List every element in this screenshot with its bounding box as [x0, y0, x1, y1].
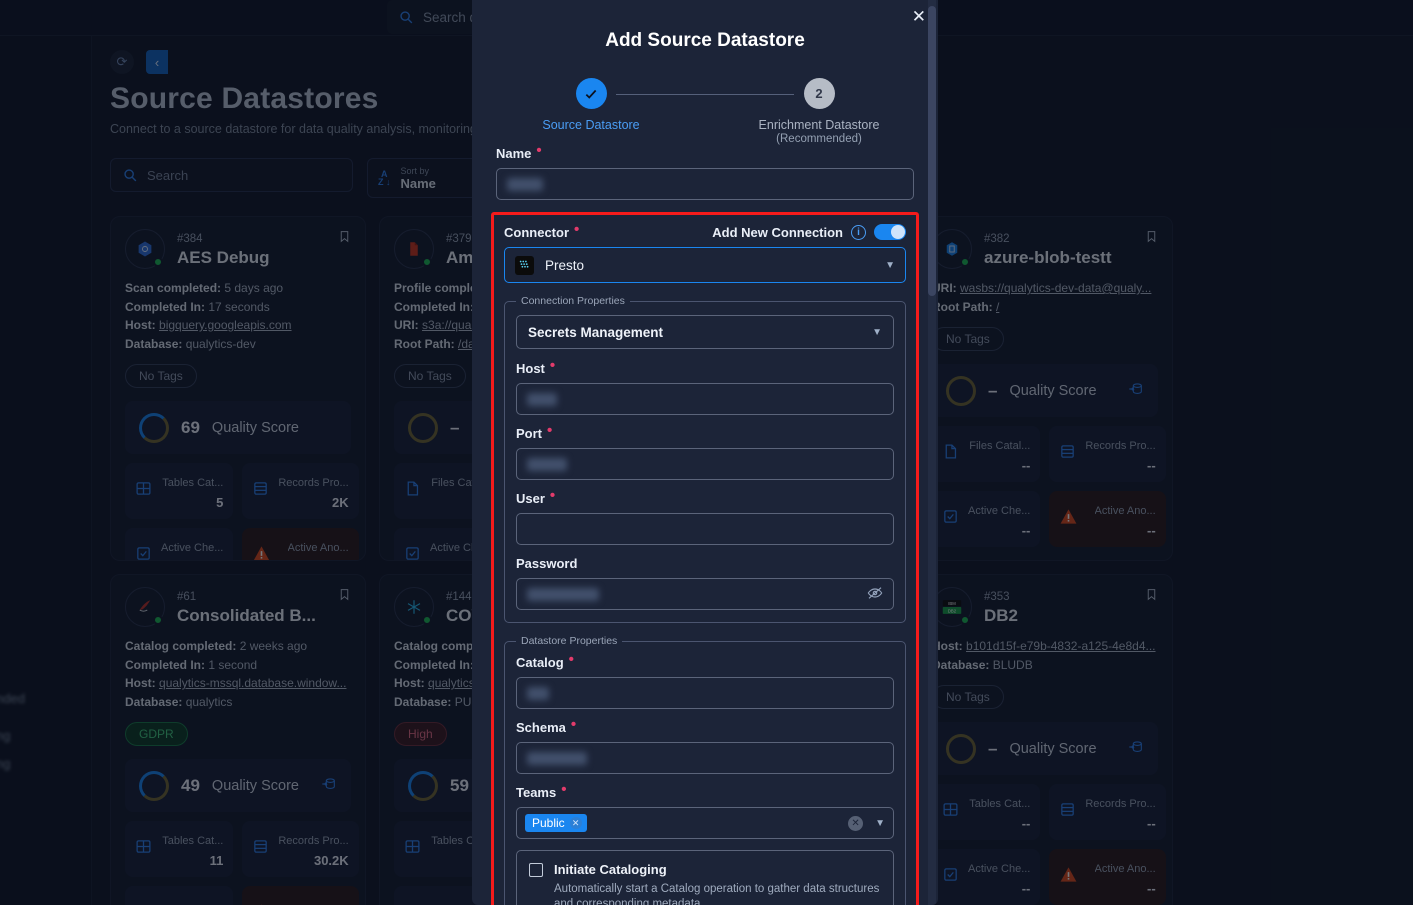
add-new-connection-label: Add New Connection	[712, 224, 843, 240]
host-label-text: Host	[516, 361, 545, 376]
user-label: User •	[516, 487, 894, 506]
schema-field-group: Schema •	[516, 716, 894, 774]
add-source-datastore-dialog: ✕ Add Source Datastore Source Datastore …	[472, 0, 938, 905]
catalog-label-text: Catalog	[516, 655, 564, 670]
user-input[interactable]	[516, 513, 894, 545]
check-glyph	[585, 89, 597, 99]
connector-label: Connector •	[504, 220, 580, 240]
connection-properties-group: Connection Properties Secrets Management…	[504, 295, 906, 623]
add-new-connection-toggle[interactable]	[874, 224, 906, 240]
info-icon[interactable]: i	[851, 224, 866, 240]
schema-label: Schema •	[516, 716, 894, 735]
name-label-text: Name	[496, 146, 532, 161]
port-field-group: Port •	[516, 422, 894, 480]
chevron-down-icon[interactable]: ▼	[875, 818, 885, 829]
step-2-badge: 2	[803, 78, 835, 109]
step-enrichment-datastore[interactable]: 2 Enrichment Datastore (Recommended)	[729, 78, 909, 145]
required-asterisk: •	[568, 651, 574, 668]
connector-header: Connector • Add New Connection i	[504, 220, 906, 240]
app-root: Search data... nded ng ng ⟳ ‹ Source Dat…	[0, 0, 1413, 905]
host-input[interactable]	[516, 383, 894, 415]
initiate-cataloging-title: Initiate Cataloging	[554, 862, 667, 877]
presto-glyph	[519, 260, 528, 268]
eye-off-glyph	[867, 586, 883, 599]
eye-off-icon[interactable]	[867, 585, 883, 604]
secrets-management-select[interactable]: Secrets Management ▼	[516, 315, 894, 349]
password-input-value	[527, 587, 599, 601]
teams-multiselect[interactable]: Public ✕ ✕ ▼	[516, 807, 894, 839]
port-input-value	[527, 457, 567, 471]
initiate-cataloging-description: Automatically start a Catalog operation …	[554, 883, 880, 905]
presto-icon	[515, 255, 534, 275]
password-label: Password	[516, 556, 894, 571]
connector-label-text: Connector	[504, 224, 569, 240]
datastore-properties-legend: Datastore Properties	[521, 635, 618, 647]
secrets-management-value: Secrets Management	[528, 324, 664, 340]
catalog-label: Catalog •	[516, 651, 894, 670]
check-icon	[575, 78, 607, 109]
port-input[interactable]	[516, 448, 894, 480]
required-asterisk: •	[549, 487, 556, 504]
connector-selected-value: Presto	[545, 257, 585, 273]
port-label-text: Port	[516, 426, 542, 441]
password-input[interactable]	[516, 578, 894, 610]
catalog-input[interactable]	[516, 677, 894, 709]
required-asterisk: •	[570, 716, 577, 733]
stepper: Source Datastore 2 Enrichment Datastore …	[496, 78, 914, 145]
step-1-label: Source Datastore	[542, 118, 640, 132]
catalog-input-value	[527, 686, 549, 700]
team-chip-label: Public	[532, 816, 565, 830]
required-asterisk: •	[549, 357, 556, 374]
required-asterisk: •	[547, 422, 553, 439]
datastore-properties-group: Datastore Properties Catalog • Schema • …	[504, 635, 906, 905]
connection-properties-legend: Connection Properties	[521, 295, 625, 307]
host-label: Host •	[516, 357, 894, 376]
step-2-sublabel: (Recommended)	[776, 133, 862, 145]
user-label-text: User	[516, 491, 545, 506]
step-2-label: Enrichment Datastore	[758, 118, 880, 132]
host-input-value	[527, 392, 557, 406]
port-label: Port •	[516, 422, 894, 441]
teams-label-text: Teams	[516, 785, 557, 800]
password-label-text: Password	[516, 556, 578, 571]
schema-input-value	[527, 751, 587, 765]
connector-highlight-region: Connector • Add New Connection i Presto …	[491, 212, 919, 905]
host-field-group: Host •	[516, 357, 894, 415]
name-input-value	[507, 177, 543, 191]
required-asterisk: •	[536, 142, 542, 159]
dialog-title: Add Source Datastore	[605, 30, 805, 51]
step-source-datastore[interactable]: Source Datastore	[501, 78, 681, 132]
connector-select[interactable]: Presto ▼	[504, 247, 906, 283]
name-label: Name •	[496, 142, 914, 161]
name-input[interactable]	[496, 168, 914, 200]
chevron-down-icon: ▼	[885, 259, 895, 271]
clear-all-icon[interactable]: ✕	[848, 815, 864, 831]
schema-label-text: Schema	[516, 720, 566, 735]
team-chip[interactable]: Public ✕	[525, 814, 587, 832]
teams-label: Teams •	[516, 781, 894, 800]
initiate-cataloging-card[interactable]: Initiate Cataloging Automatically start …	[516, 850, 894, 905]
close-icon[interactable]: ✕	[912, 8, 926, 25]
initiate-cataloging-checkbox[interactable]	[529, 863, 543, 877]
schema-input[interactable]	[516, 742, 894, 774]
password-field-group: Password	[516, 556, 894, 610]
user-field-group: User •	[516, 487, 894, 545]
required-asterisk: •	[574, 220, 580, 238]
chevron-down-icon: ▼	[872, 326, 882, 338]
required-asterisk: •	[561, 781, 567, 798]
name-field-group: Name •	[496, 142, 914, 200]
catalog-field-group: Catalog •	[516, 651, 894, 709]
close-icon[interactable]: ✕	[569, 817, 582, 829]
teams-field-group: Teams • Public ✕ ✕ ▼	[516, 781, 894, 839]
